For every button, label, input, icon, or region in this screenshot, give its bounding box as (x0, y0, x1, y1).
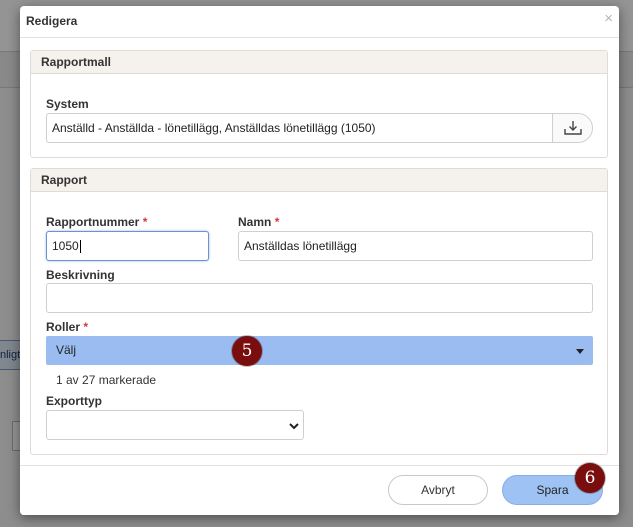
chevron-down-icon (289, 423, 299, 430)
step-marker-5: 5 (232, 336, 262, 366)
system-label: System (46, 97, 89, 111)
namn-label-text: Namn (238, 215, 272, 229)
panel-rapport-heading: Rapport (31, 169, 607, 192)
required-mark: * (142, 215, 148, 229)
download-tray-icon (563, 121, 582, 135)
required-mark: * (274, 215, 280, 229)
roller-value: Välj (56, 343, 77, 357)
cancel-button[interactable]: Avbryt (388, 475, 488, 505)
roller-selection-count: 1 av 27 markerade (56, 373, 157, 387)
panel-rapportmall: Rapportmall System Anställd - Anställda … (30, 50, 608, 158)
rapportnummer-input[interactable]: 1050 (46, 231, 209, 261)
namn-label: Namn * (238, 215, 279, 229)
edit-dialog: Redigera × Rapportmall System Anställd -… (20, 6, 619, 515)
rapportnummer-label-text: Rapportnummer (46, 215, 140, 229)
namn-value: Anställdas lönetillägg (244, 239, 357, 253)
exporttyp-label: Exporttyp (46, 394, 103, 408)
system-value: Anställd - Anställda - lönetillägg, Anst… (52, 121, 376, 135)
step-marker-6: 6 (575, 463, 605, 493)
roller-label-text: Roller (46, 320, 81, 334)
rapportnummer-value: 1050 (52, 239, 79, 253)
dialog-title: Redigera (26, 14, 78, 28)
roller-multiselect[interactable]: Välj (46, 336, 593, 365)
beskrivning-input[interactable] (46, 283, 593, 313)
beskrivning-label: Beskrivning (46, 268, 115, 282)
required-mark: * (83, 320, 89, 334)
system-field[interactable]: Anställd - Anställda - lönetillägg, Anst… (46, 113, 593, 143)
roller-label: Roller * (46, 320, 88, 334)
panel-rapportmall-heading: Rapportmall (31, 51, 607, 74)
dialog-header: Redigera × (20, 6, 619, 38)
dialog-footer: Avbryt Spara (20, 465, 619, 515)
panel-rapport: Rapport Rapportnummer * 1050 Namn * Anst… (30, 168, 608, 455)
caret-down-icon (576, 349, 584, 354)
close-icon[interactable]: × (604, 9, 613, 29)
namn-input[interactable]: Anställdas lönetillägg (238, 231, 593, 261)
download-button[interactable] (552, 114, 592, 142)
exporttyp-select[interactable] (46, 410, 304, 440)
text-caret (79, 240, 81, 254)
rapportnummer-label: Rapportnummer * (46, 215, 147, 229)
